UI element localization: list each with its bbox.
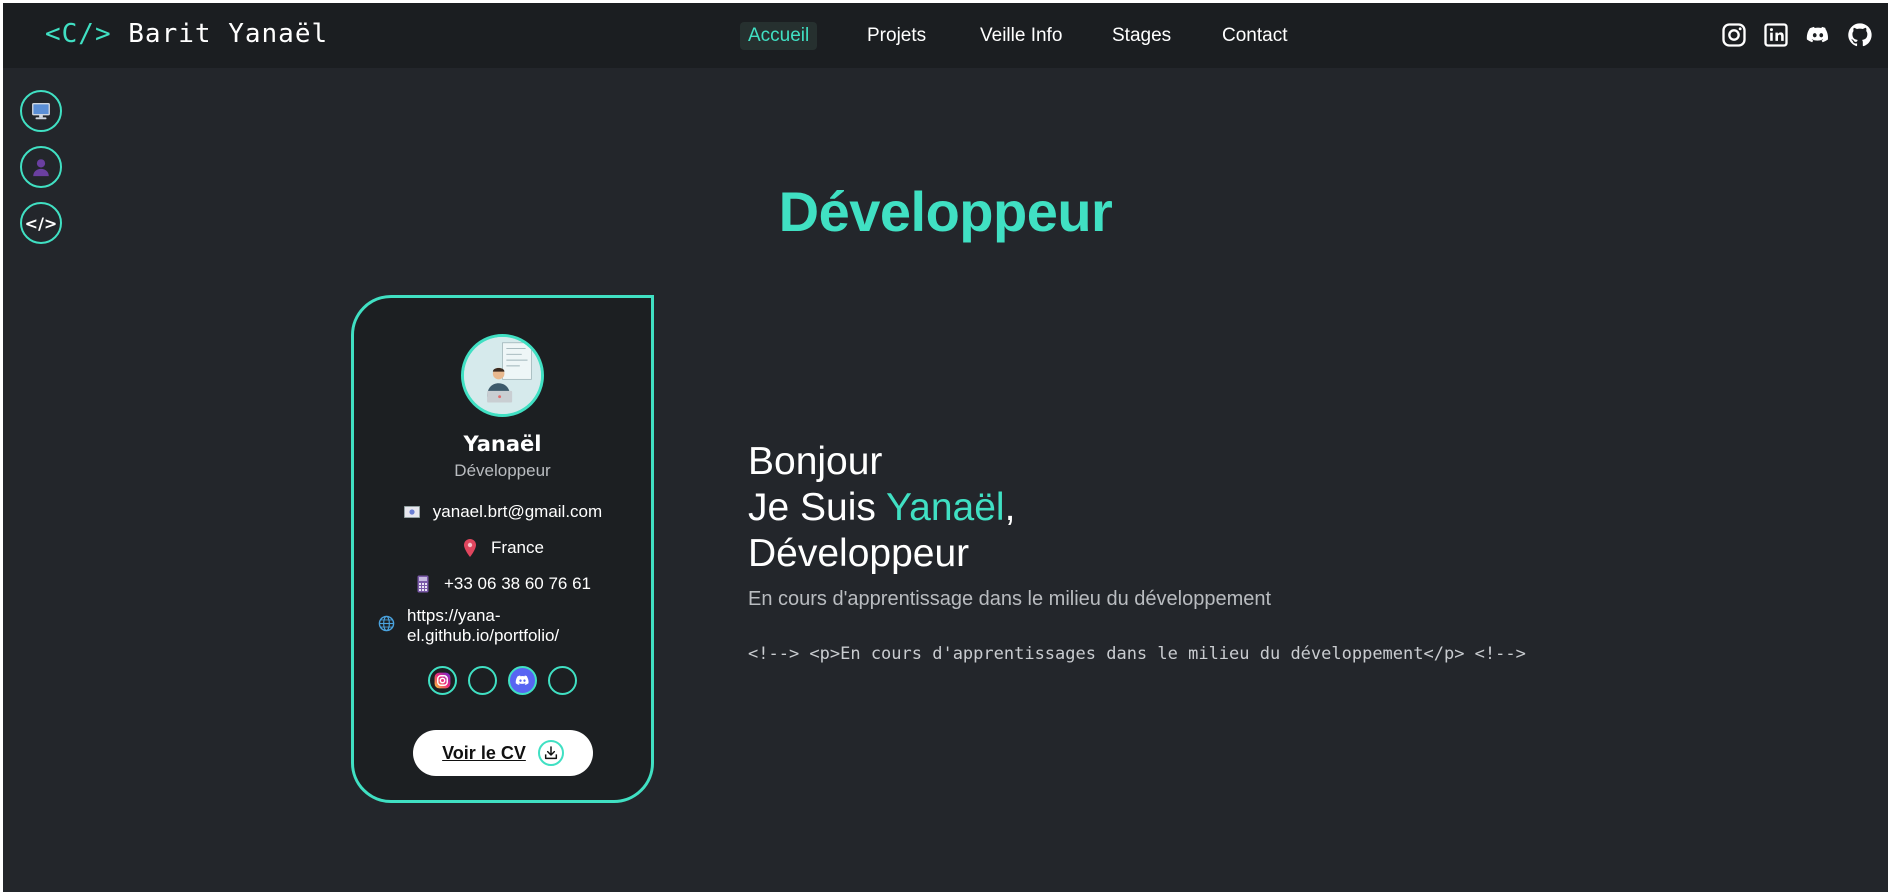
- profile-card: Yanaël Développeur yanael.brt@gmail.com …: [351, 295, 654, 803]
- intro-block: Bonjour Je Suis Yanaël, Développeur: [748, 439, 1015, 577]
- intro-role: Développeur: [748, 532, 970, 575]
- card-socials: [428, 666, 578, 695]
- header-socials: [1720, 21, 1880, 49]
- nav-contact[interactable]: Contact: [1214, 22, 1295, 50]
- card-role: Développeur: [454, 461, 551, 480]
- github-icon[interactable]: [1846, 21, 1874, 49]
- card-website: https://yana-el.github.io/portfolio/: [407, 606, 560, 645]
- intro-name-line: Je Suis Yanaël,: [748, 485, 1015, 531]
- computer-icon: [32, 102, 50, 120]
- download-icon: [537, 740, 564, 766]
- card-name: Yanaël: [463, 432, 542, 456]
- avatar: [461, 334, 544, 417]
- navbar: <C/> Barit Yanaël Accueil Projets Veille…: [3, 3, 1888, 68]
- card-location: France: [491, 538, 544, 557]
- intro-comma: ,: [1004, 486, 1016, 529]
- card-phone-row[interactable]: +33 06 38 60 76 61: [354, 574, 651, 594]
- cv-button-label: Voir le CV: [442, 742, 526, 763]
- instagram-icon[interactable]: [428, 666, 457, 695]
- discord-icon[interactable]: [508, 666, 537, 695]
- intro-code-comment: <!--> <p>En cours d'apprentissages dans …: [748, 644, 1526, 664]
- nav-veille-info[interactable]: Veille Info: [972, 22, 1070, 50]
- globe-icon: [378, 615, 395, 637]
- nav-projets[interactable]: Projets: [859, 22, 934, 50]
- card-email: yanael.brt@gmail.com: [432, 502, 603, 521]
- card-location-row: France: [354, 538, 651, 558]
- phone-icon: [414, 575, 432, 593]
- rail-computer-button[interactable]: [20, 90, 62, 132]
- card-email-row[interactable]: yanael.brt@gmail.com: [354, 502, 651, 522]
- card-phone: +33 06 38 60 76 61: [444, 574, 591, 593]
- nav-stages[interactable]: Stages: [1104, 22, 1179, 50]
- pin-icon: [461, 539, 479, 557]
- envelope-icon: [403, 503, 421, 521]
- user-icon: [33, 159, 49, 177]
- nav-accueil[interactable]: Accueil: [740, 22, 818, 50]
- brand-logo[interactable]: <C/> Barit Yanaël: [45, 19, 328, 49]
- linkedin-icon[interactable]: [1762, 21, 1790, 49]
- page: <C/> Barit Yanaël Accueil Projets Veille…: [3, 3, 1888, 892]
- intro-prefix: Je Suis: [748, 486, 887, 529]
- intro-greeting: Bonjour: [748, 440, 883, 483]
- view-cv-button[interactable]: Voir le CV: [413, 730, 593, 776]
- hero-title: Développeur: [778, 180, 1113, 243]
- linkedin-icon[interactable]: [468, 666, 497, 695]
- card-website-row[interactable]: https://yana-el.github.io/portfolio/: [378, 606, 607, 646]
- brand-name: Barit Yanaël: [128, 19, 329, 49]
- github-icon[interactable]: [548, 666, 577, 695]
- intro-subtitle: En cours d'apprentissage dans le milieu …: [748, 588, 1272, 610]
- instagram-icon[interactable]: [1720, 21, 1748, 49]
- discord-icon[interactable]: [1804, 21, 1832, 49]
- intro-name: Yanaël: [886, 486, 1005, 529]
- brand-code: <C/>: [45, 19, 112, 49]
